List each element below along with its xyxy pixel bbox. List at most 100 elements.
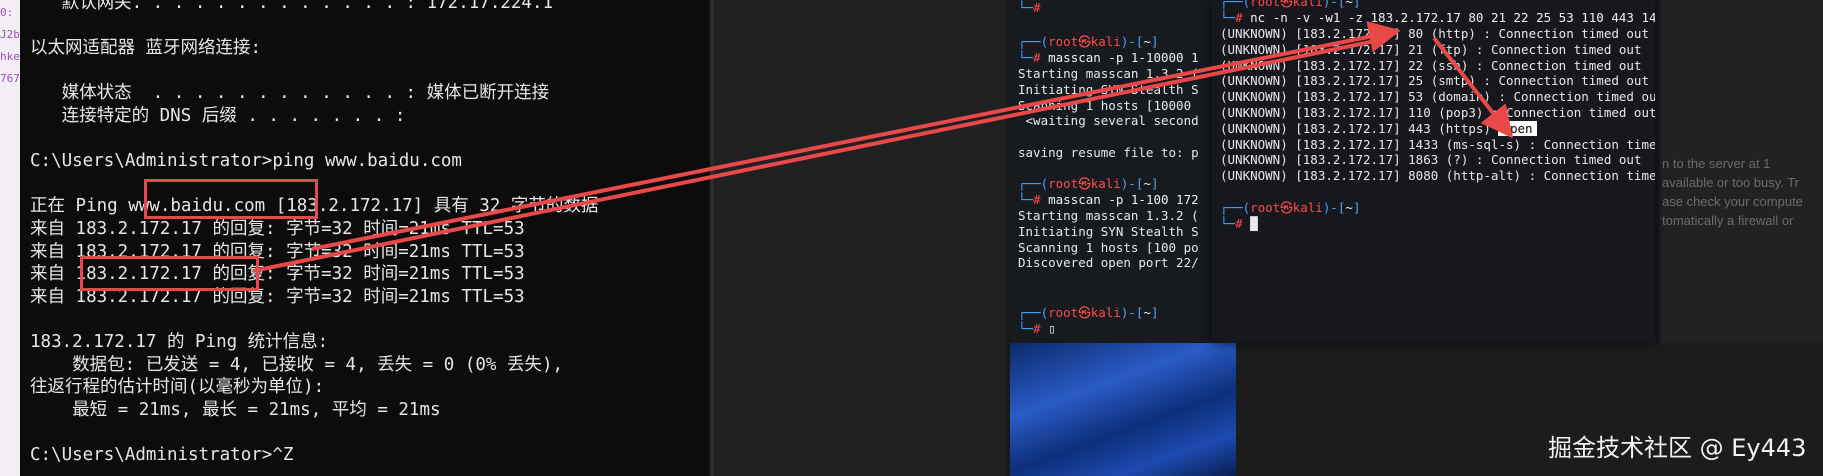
gutter-fragment: hke xyxy=(0,50,20,63)
prompt-dir: ~ xyxy=(1143,305,1151,320)
terminal-output-line: Starting masscan 1.3.2 ( xyxy=(1018,66,1199,81)
nc-status: Connection timed out xyxy=(1506,105,1655,120)
nc-port: 1433 (ms-sql-s) xyxy=(1408,136,1522,152)
cmd-line: 往返行程的估计时间(以毫秒为单位): xyxy=(30,377,325,398)
watermark: 掘金技术社区 @ Ey443 xyxy=(1548,434,1807,462)
highlight-domain-box xyxy=(144,179,318,219)
background-text: ase check your compute xyxy=(1662,194,1803,209)
prompt-line-1: ┌──(root㉿kali)-[~] xyxy=(1220,200,1361,215)
cmd-line: C:\Users\Administrator>ping www.baidu.co… xyxy=(30,151,462,172)
prompt-line-2: └─# ▯ xyxy=(1018,321,1056,336)
terminal-output-line: Starting masscan 1.3.2 ( xyxy=(1018,208,1199,223)
nc-host: (UNKNOWN) [183.2.172.17] xyxy=(1220,26,1401,41)
nc-status: Connection timed out xyxy=(1490,57,1642,73)
terminal-output-line: Initiating SYN Stealth S xyxy=(1018,81,1199,97)
cursor-block: █ xyxy=(1250,216,1258,231)
editor-gutter-strip: 0: J2b hke 767 xyxy=(0,0,20,476)
background-text: available or too busy. Tr xyxy=(1662,175,1800,190)
nc-status: Connection timed out xyxy=(1498,26,1649,41)
nc-host: (UNKNOWN) [183.2.172.17] xyxy=(1220,73,1401,89)
cmd-line: 媒体状态 . . . . . . . . . . . . : 媒体已断开连接 xyxy=(30,83,550,104)
gutter-fragment: J2b xyxy=(0,28,20,41)
cmd-line: 183.2.172.17 的 Ping 统计信息: xyxy=(30,332,329,352)
nc-port: 110 (pop3) xyxy=(1408,105,1484,120)
prompt-user: root㉿kali xyxy=(1250,200,1323,215)
nc-result-row: (UNKNOWN) [183.2.172.17] 53 (domain) : C… xyxy=(1220,89,1655,105)
nc-port: 80 (http) xyxy=(1408,26,1476,41)
nc-status: Connection timed out xyxy=(1490,152,1642,168)
background-text: n to the server at 1 xyxy=(1662,156,1771,171)
desktop-wallpaper xyxy=(1010,343,1236,476)
gutter-fragment: 0: xyxy=(0,6,14,19)
nc-port: 25 (smtp) xyxy=(1408,73,1476,89)
terminal-command: masscan -p 1-100 172 xyxy=(1048,192,1199,207)
nc-result-row: (UNKNOWN) [183.2.172.17] 21 (ftp) : Conn… xyxy=(1220,41,1642,57)
prompt-line-2: └─# masscan -p 1-10000 1 xyxy=(1018,50,1199,65)
nc-status: Connection timed out xyxy=(1498,73,1649,89)
nc-port: 53 (domain) xyxy=(1408,89,1491,105)
nc-result-row: (UNKNOWN) [183.2.172.17] 1433 (ms-sql-s)… xyxy=(1220,137,1655,153)
terminal-output-line: Initiating SYN Stealth S xyxy=(1018,223,1199,239)
nc-port: 22 (ssh) xyxy=(1408,57,1469,73)
prompt-line-1: ┌──(root㉿kali)-[~] xyxy=(1018,305,1159,320)
prompt-line-1: ┌──(root㉿kali)-[~] xyxy=(1018,34,1159,49)
prompt-line-1: ┌──(root㉿kali)-[~] xyxy=(1018,176,1159,191)
prompt-line-2: ┌──(root㉿kali)-[~] xyxy=(1220,0,1361,9)
cmd-line: 数据包: 已发送 = 4, 已接收 = 4, 丢失 = 0 (0% 丢失), xyxy=(30,354,564,375)
nc-result-row: (UNKNOWN) [183.2.172.17] 25 (smtp) : Con… xyxy=(1220,73,1649,89)
nc-port: 443 (https) xyxy=(1408,120,1491,136)
nc-status: Connection timed out xyxy=(1513,89,1655,105)
nc-host: (UNKNOWN) [183.2.172.17] xyxy=(1220,89,1401,105)
nc-status: Connection timed out xyxy=(1543,168,1655,184)
cmd-line: 连接特定的 DNS 后缀 . . . . . . . : xyxy=(30,106,406,126)
prompt-dir: ~ xyxy=(1143,176,1151,191)
nc-port: 8080 (http-alt) xyxy=(1408,168,1522,184)
prompt-line-2: └─# xyxy=(1018,0,1041,15)
cmd-line: 默认网关. . . . . . . . . . . . . : 172.17.2… xyxy=(30,0,554,13)
terminal-output-line: Scanning 1 hosts [100 po xyxy=(1018,239,1199,255)
nc-host: (UNKNOWN) [183.2.172.17] xyxy=(1220,57,1401,73)
nc-port: 1863 (?) xyxy=(1408,152,1469,168)
nc-host: (UNKNOWN) [183.2.172.17] xyxy=(1220,105,1401,120)
prompt-line-2: └─# █ xyxy=(1220,216,1258,231)
nc-host: (UNKNOWN) [183.2.172.17] xyxy=(1220,168,1401,184)
nc-result-row: (UNKNOWN) [183.2.172.17] 22 (ssh) : Conn… xyxy=(1220,57,1642,73)
terminal-command: masscan -p 1-10000 1 xyxy=(1048,50,1199,65)
nc-host: (UNKNOWN) [183.2.172.17] xyxy=(1220,120,1401,136)
cmd-line: C:\Users\Administrator>^Z xyxy=(30,445,294,465)
nc-host: (UNKNOWN) [183.2.172.17] xyxy=(1220,136,1401,152)
nc-status: Connection timed out xyxy=(1490,41,1642,57)
nc-result-row: (UNKNOWN) [183.2.172.17] 8080 (http-alt)… xyxy=(1220,168,1655,184)
prompt-user: root㉿kali xyxy=(1048,176,1121,191)
nc-status: Connection timed out xyxy=(1543,136,1655,152)
terminal-output-line: <waiting several second xyxy=(1018,113,1199,129)
nc-result-row: (UNKNOWN) [183.2.172.17] 1863 (?) : Conn… xyxy=(1220,152,1642,168)
nc-command: nc -n -v -w1 -z 183.2.172.17 80 21 22 25… xyxy=(1250,10,1655,25)
desktop-background xyxy=(714,0,1006,476)
kali-terminal-front[interactable]: ┌──(root㉿kali)-[~] └─# nc -n -v -w1 -z 18… xyxy=(1212,0,1655,343)
nc-host: (UNKNOWN) [183.2.172.17] xyxy=(1220,152,1401,168)
gutter-fragment: 767 xyxy=(0,72,20,85)
background-text: tomatically a firewall or xyxy=(1662,213,1794,228)
prompt-line-2: └─# nc -n -v -w1 -z 183.2.172.17 80 21 2… xyxy=(1220,10,1655,26)
cmd-line: 来自 183.2.172.17 的回复: 字节=32 时间=21ms TTL=5… xyxy=(30,219,525,239)
nc-result-row: (UNKNOWN) [183.2.172.17] 443 (https) ope… xyxy=(1220,120,1537,137)
prompt-line-2: └─# masscan -p 1-100 172 xyxy=(1018,192,1199,207)
nc-host: (UNKNOWN) [183.2.172.17] xyxy=(1220,41,1401,57)
cmd-line: 最短 = 21ms, 最长 = 21ms, 平均 = 21ms xyxy=(30,399,441,420)
prompt-dir: ~ xyxy=(1143,34,1151,49)
cmd-line: 以太网适配器 蓝牙网络连接: xyxy=(30,38,262,59)
nc-result-row: (UNKNOWN) [183.2.172.17] 80 (http) : Con… xyxy=(1220,26,1649,41)
nc-status-open: open xyxy=(1498,120,1537,136)
cmd-window[interactable]: 默认网关. . . . . . . . . . . . . : 172.17.2… xyxy=(20,0,710,476)
terminal-output-line: Discovered open port 22/ xyxy=(1018,255,1199,271)
prompt-user: root㉿kali xyxy=(1048,305,1121,320)
terminal-output-line: saving resume file to: p xyxy=(1018,145,1199,160)
nc-result-row: (UNKNOWN) [183.2.172.17] 110 (pop3) : Co… xyxy=(1220,105,1655,120)
terminal-output-line: Scanning 1 hosts [10000 xyxy=(1018,97,1192,113)
browser-error-page: n to the server at 1 available or too bus… xyxy=(1660,0,1823,343)
nc-port: 21 (ftp) xyxy=(1408,41,1469,57)
prompt-user: root㉿kali xyxy=(1048,34,1121,49)
prompt-dir: ~ xyxy=(1345,200,1353,215)
cursor-block: ▯ xyxy=(1048,321,1056,336)
